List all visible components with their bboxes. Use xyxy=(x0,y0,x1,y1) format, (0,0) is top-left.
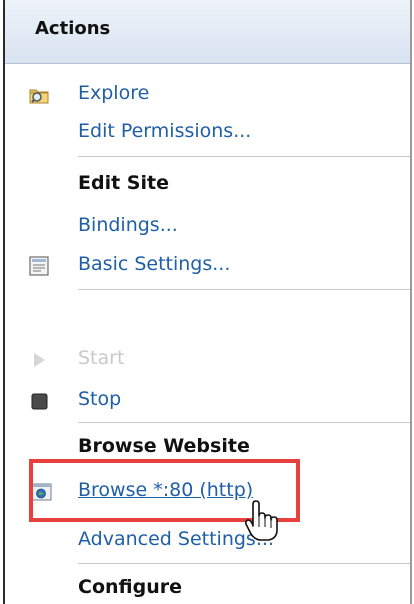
actions-window: Actions Explore Edit Permissions... Edit… xyxy=(0,0,414,604)
basic-settings-label: Basic Settings... xyxy=(78,253,231,275)
stop-icon xyxy=(28,390,50,412)
browse-website-heading: Browse Website xyxy=(78,435,250,457)
start-label: Start xyxy=(78,347,125,369)
edit-permissions-action[interactable]: Edit Permissions... xyxy=(5,116,410,150)
configure-heading: Configure xyxy=(78,576,182,598)
stop-action[interactable]: Stop xyxy=(5,384,410,418)
separator xyxy=(78,289,410,290)
edit-permissions-label: Edit Permissions... xyxy=(78,120,252,142)
separator xyxy=(78,422,410,423)
start-action: Start xyxy=(5,343,410,377)
advanced-settings-action[interactable]: Advanced Settings... xyxy=(5,524,410,558)
explore-action[interactable]: Explore xyxy=(5,78,410,112)
explore-label: Explore xyxy=(78,82,150,104)
bindings-action[interactable]: Bindings... xyxy=(5,210,410,244)
stop-label: Stop xyxy=(78,388,122,410)
actions-header: Actions xyxy=(5,0,410,64)
settings-document-icon xyxy=(28,255,50,277)
window-border-right xyxy=(410,0,412,604)
actions-panel: Actions Explore Edit Permissions... Edit… xyxy=(5,0,410,604)
separator xyxy=(78,156,410,157)
panel-title: Actions xyxy=(35,18,111,39)
separator xyxy=(78,563,410,564)
bindings-label: Bindings... xyxy=(78,214,178,236)
basic-settings-action[interactable]: Basic Settings... xyxy=(5,249,410,283)
edit-site-heading: Edit Site xyxy=(78,172,169,194)
explore-folder-icon xyxy=(28,84,50,106)
hand-pointer-icon xyxy=(243,500,283,542)
play-icon xyxy=(28,349,50,371)
